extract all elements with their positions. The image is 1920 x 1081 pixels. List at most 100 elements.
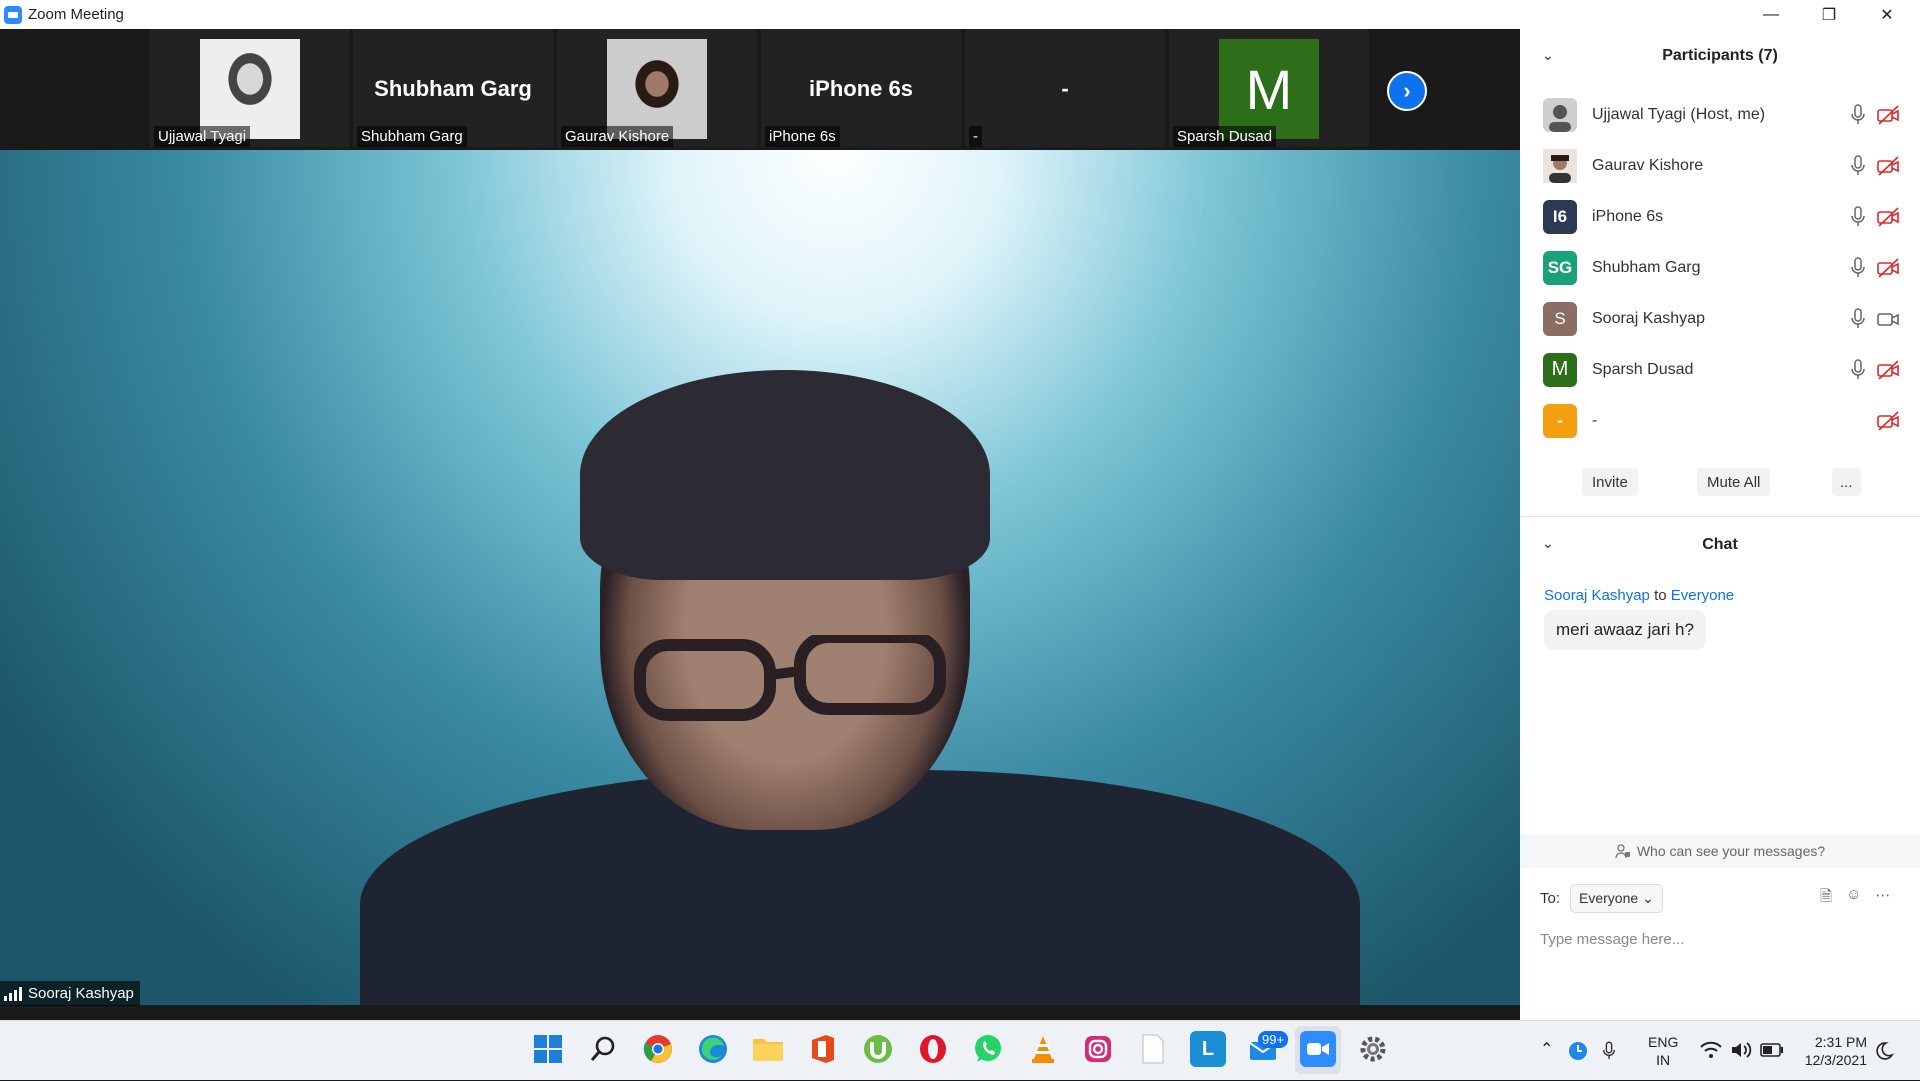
microphone-tray-icon[interactable]	[1602, 1040, 1616, 1062]
thumbnail-label: Sparsh Dusad	[1173, 126, 1277, 147]
participant-name: Sooraj Kashyap	[1592, 309, 1705, 327]
recipient-select[interactable]: Everyone ⌄	[1570, 884, 1663, 913]
language-indicator[interactable]: ENG IN	[1648, 1033, 1678, 1069]
clock-time: 2:31 PM	[1814, 1034, 1867, 1050]
whatsapp-icon[interactable]	[970, 1031, 1006, 1067]
emoji-icon[interactable]: ☺	[1846, 886, 1861, 911]
wifi-icon	[1700, 1041, 1722, 1058]
notification-badge: 99+	[1258, 1031, 1289, 1048]
instagram-icon[interactable]	[1080, 1031, 1116, 1067]
participant-row[interactable]: S Sooraj Kashyap	[1520, 293, 1920, 344]
video-off-icon[interactable]	[1876, 359, 1900, 381]
participant-row[interactable]: Ujjawal Tyagi (Host, me)	[1520, 89, 1920, 140]
participant-name: Shubham Garg	[1592, 258, 1701, 276]
speaker-name: Sooraj Kashyap	[28, 985, 134, 1002]
video-off-icon[interactable]	[1876, 155, 1900, 177]
more-icon[interactable]: ⋯	[1875, 886, 1890, 911]
settings-gear-icon[interactable]	[1355, 1031, 1391, 1067]
chat-sender[interactable]: Sooraj Kashyap	[1544, 587, 1650, 604]
microphone-icon[interactable]	[1850, 154, 1866, 177]
vlc-icon[interactable]	[1025, 1031, 1061, 1067]
zoom-app-icon[interactable]	[1300, 1031, 1336, 1067]
more-options-button[interactable]: ...	[1832, 468, 1861, 496]
microphone-icon[interactable]	[1850, 103, 1866, 126]
start-icon[interactable]	[530, 1031, 566, 1067]
thumbnail-name: Shubham Garg	[374, 76, 532, 101]
participant-row[interactable]: - -	[1520, 395, 1920, 446]
video-glasses-shape	[634, 635, 946, 721]
avatar: SG	[1543, 250, 1577, 285]
thumbnail-label: iPhone 6s	[765, 126, 840, 147]
video-off-icon[interactable]	[1876, 257, 1900, 279]
participant-row[interactable]: Gaurav Kishore	[1520, 140, 1920, 191]
title-bar: Zoom Meeting — ❐ ✕	[0, 0, 1920, 29]
minimize-button[interactable]: —	[1742, 0, 1800, 29]
taskbar: L 99+ ⌃ ENG IN 2:31 PM 12/3/2021	[0, 1020, 1920, 1080]
video-on-icon[interactable]	[1876, 308, 1900, 330]
zoom-icon	[4, 5, 22, 24]
office-icon[interactable]	[805, 1031, 841, 1067]
participant-name: -	[1592, 411, 1598, 429]
video-thumbnail[interactable]: - -	[965, 29, 1165, 147]
edge-icon[interactable]	[695, 1031, 731, 1067]
microphone-icon[interactable]	[1850, 307, 1866, 330]
mute-all-button[interactable]: Mute All	[1697, 468, 1771, 496]
notification-icon[interactable]	[1876, 1041, 1894, 1061]
thumbnail-name: -	[1061, 76, 1069, 101]
chevron-down-icon[interactable]: ⌄	[1542, 47, 1554, 63]
next-page-button[interactable]: ›	[1387, 71, 1427, 111]
chat-message: meri awaaz jari h?	[1544, 610, 1706, 650]
video-off-icon[interactable]	[1876, 410, 1900, 432]
search-icon[interactable]	[585, 1031, 621, 1067]
chat-recipient[interactable]: Everyone	[1671, 587, 1734, 604]
participants-title: Participants (7)	[1662, 47, 1778, 64]
file-explorer-icon[interactable]	[750, 1031, 786, 1067]
video-thumbnail[interactable]: Ujjawal Tyagi	[150, 29, 350, 147]
video-thumbnail[interactable]: Shubham Garg Shubham Garg	[353, 29, 553, 147]
close-button[interactable]: ✕	[1858, 0, 1916, 29]
window-title: Zoom Meeting	[28, 6, 124, 23]
chrome-icon[interactable]	[640, 1031, 676, 1067]
video-thumbnail[interactable]: M Sparsh Dusad	[1169, 29, 1369, 147]
participants-list: Ujjawal Tyagi (Host, me) Gaurav Kishore …	[1520, 89, 1920, 446]
participants-header[interactable]: ⌄ Participants (7)	[1520, 29, 1920, 83]
chat-header[interactable]: ⌄ Chat	[1520, 517, 1920, 573]
chevron-down-icon: ⌄	[1642, 890, 1654, 906]
clock-app-icon[interactable]	[1568, 1041, 1588, 1061]
utorrent-icon[interactable]	[860, 1031, 896, 1067]
file-icon[interactable]: 🗎	[1820, 886, 1832, 911]
microphone-icon[interactable]	[1850, 205, 1866, 228]
opera-icon[interactable]	[915, 1031, 951, 1067]
avatar: S	[1543, 301, 1577, 336]
chevron-up-icon[interactable]: ⌃	[1540, 1039, 1553, 1059]
message-visibility-link[interactable]: Who can see your messages?	[1520, 834, 1920, 868]
restore-button[interactable]: ❐	[1800, 0, 1858, 29]
video-off-icon[interactable]	[1876, 104, 1900, 126]
chat-message-input[interactable]	[1540, 919, 1900, 959]
invite-button[interactable]: Invite	[1582, 468, 1638, 496]
chevron-right-icon: ›	[1403, 78, 1411, 103]
chevron-down-icon[interactable]: ⌄	[1542, 535, 1554, 551]
participant-photo	[607, 39, 707, 139]
volume-icon	[1732, 1042, 1752, 1058]
notepad-icon[interactable]	[1135, 1031, 1171, 1067]
avatar	[1543, 148, 1577, 183]
microphone-icon[interactable]	[1850, 358, 1866, 381]
video-thumbnail[interactable]: Gaurav Kishore	[557, 29, 757, 147]
participant-row[interactable]: M Sparsh Dusad	[1520, 344, 1920, 395]
avatar: I6	[1543, 199, 1577, 234]
participant-row[interactable]: SG Shubham Garg	[1520, 242, 1920, 293]
to-label: To:	[1540, 890, 1561, 907]
avatar: M	[1219, 39, 1319, 139]
lens-app-icon[interactable]: L	[1190, 1031, 1226, 1067]
video-thumbnail[interactable]: iPhone 6s iPhone 6s	[761, 29, 961, 147]
thumbnail-label: Gaurav Kishore	[561, 126, 674, 147]
avatar	[1543, 97, 1577, 132]
system-clock[interactable]: 2:31 PM 12/3/2021	[1795, 1033, 1867, 1069]
side-panel: ⌄ Participants (7) Ujjawal Tyagi (Host, …	[1520, 29, 1920, 1020]
participant-name: Ujjawal Tyagi (Host, me)	[1592, 105, 1766, 123]
chat-to-word: to	[1654, 587, 1667, 604]
participant-row[interactable]: I6 iPhone 6s	[1520, 191, 1920, 242]
video-off-icon[interactable]	[1876, 206, 1900, 228]
microphone-icon[interactable]	[1850, 256, 1866, 279]
